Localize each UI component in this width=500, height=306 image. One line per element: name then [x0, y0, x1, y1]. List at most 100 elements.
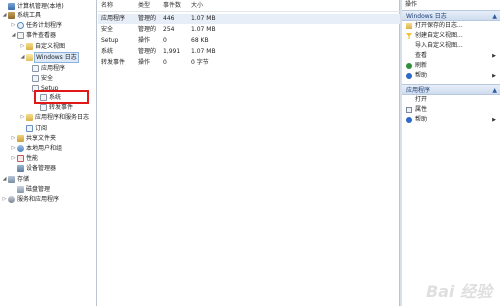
- actions-section-application[interactable]: 应用程序 ▲: [402, 84, 500, 95]
- cell-name: 应用程序: [101, 15, 126, 22]
- tree-item-storage[interactable]: ◢ 存储: [1, 175, 29, 184]
- folder-icon: [26, 114, 33, 121]
- table-row[interactable]: 应用程序 管理的 446 1.07 MB: [98, 14, 400, 24]
- cell-event-count: 0: [163, 59, 167, 66]
- action-label: 导入自定义视图...: [415, 42, 463, 49]
- collapse-icon[interactable]: ◢: [1, 175, 8, 184]
- column-header-size[interactable]: 大小: [188, 0, 228, 12]
- actions-section-windows-logs[interactable]: Windows 日志 ▲: [402, 10, 500, 21]
- cell-type: 管理的: [138, 15, 157, 22]
- cell-size: 68 KB: [191, 37, 209, 44]
- section-title: 应用程序: [406, 87, 431, 94]
- action-help-app[interactable]: 帮助 ▶: [402, 115, 500, 125]
- tree-item-performance[interactable]: ▷ 性能: [10, 154, 38, 163]
- action-label: 查看: [415, 52, 428, 59]
- collapse-icon[interactable]: [1, 2, 8, 11]
- column-headers: 名称 类型 事件数 大小: [98, 0, 400, 12]
- action-label: 创建自定义视图...: [415, 32, 463, 39]
- expand-icon[interactable]: ▷: [10, 144, 17, 153]
- submenu-arrow-icon: ▶: [492, 53, 496, 59]
- refresh-icon: [406, 63, 412, 69]
- tree-item-device-manager[interactable]: 设备管理器: [17, 164, 56, 173]
- table-row[interactable]: 安全 管理的 254 1.07 MB: [98, 25, 400, 35]
- cell-name: 安全: [101, 26, 114, 33]
- tree-item-security-log[interactable]: 安全: [32, 74, 53, 83]
- expand-icon[interactable]: ▷: [1, 195, 8, 204]
- column-header-type[interactable]: 类型: [135, 0, 160, 12]
- cell-size: 1.07 MB: [191, 48, 216, 55]
- action-properties[interactable]: 属性: [402, 105, 500, 115]
- action-label: 刷新: [415, 62, 428, 69]
- cell-event-count: 1,991: [163, 48, 181, 55]
- cell-name: 系统: [101, 48, 114, 55]
- tree-item-apps-services-logs[interactable]: ▷ 应用程序和服务日志: [19, 113, 89, 122]
- tree-item-local-users[interactable]: ▷ 本地用户和组: [10, 144, 62, 153]
- tree-item-task-scheduler[interactable]: ▷ 任务计划程序: [10, 21, 62, 30]
- expand-icon[interactable]: ▷: [10, 134, 17, 143]
- log-icon: [32, 75, 39, 82]
- table-row[interactable]: 系统 管理的 1,991 1.07 MB: [98, 47, 400, 57]
- column-header-event-count[interactable]: 事件数: [160, 0, 188, 12]
- tree-item-services-apps[interactable]: ▷ 服务和应用程序: [1, 195, 59, 204]
- performance-icon: [17, 155, 24, 162]
- tree-item-event-viewer[interactable]: ◢ 事件查看器: [10, 31, 56, 40]
- tree-item-subscriptions[interactable]: 订阅: [26, 124, 47, 133]
- actions-pane: 操作 Windows 日志 ▲ 打开保存的日志... 创建自定义视图... 导入…: [402, 0, 500, 306]
- cell-type: 操作: [138, 59, 151, 66]
- expand-icon[interactable]: ▷: [19, 42, 26, 51]
- tree-item-custom-views[interactable]: ▷ 自定义视图: [19, 42, 65, 51]
- tools-icon: [8, 12, 15, 19]
- computer-icon: [8, 3, 15, 10]
- tree-item-computer-management[interactable]: 计算机管理(本地): [1, 2, 64, 11]
- watermark: Bai 经验: [425, 282, 492, 301]
- folder-open-icon: [26, 54, 33, 61]
- folder-icon: [26, 43, 33, 50]
- action-import-custom-view[interactable]: 导入自定义视图...: [402, 41, 500, 51]
- cell-name: 转发事件: [101, 59, 126, 66]
- cell-type: 管理的: [138, 26, 157, 33]
- actions-title: 操作: [402, 0, 500, 10]
- storage-icon: [8, 176, 15, 183]
- column-header-name[interactable]: 名称: [98, 0, 135, 12]
- properties-icon: [406, 107, 412, 113]
- services-icon: [8, 196, 15, 203]
- action-label: 帮助: [415, 72, 428, 79]
- action-create-custom-view[interactable]: 创建自定义视图...: [402, 31, 500, 41]
- submenu-arrow-icon: ▶: [492, 117, 496, 123]
- table-row[interactable]: 转发事件 操作 0 0 字节: [98, 58, 400, 68]
- tree-item-disk-management[interactable]: 磁盘管理: [17, 185, 50, 194]
- tree-item-forwarded-events[interactable]: 转发事件: [40, 103, 73, 112]
- subscription-icon: [26, 125, 33, 132]
- cell-type: 操作: [138, 37, 151, 44]
- device-manager-icon: [17, 165, 24, 172]
- log-list-panel: 名称 类型 事件数 大小 应用程序 管理的 446 1.07 MB 安全 管理的…: [98, 0, 400, 306]
- tree-item-windows-logs[interactable]: ◢ Windows 日志: [19, 52, 79, 63]
- cell-event-count: 446: [163, 15, 175, 22]
- filter-icon: [406, 33, 412, 39]
- collapse-icon[interactable]: ◢: [19, 53, 26, 62]
- shared-folder-icon: [17, 135, 24, 142]
- action-help[interactable]: 帮助 ▶: [402, 71, 500, 81]
- expand-icon[interactable]: ▷: [19, 113, 26, 122]
- action-refresh[interactable]: 刷新: [402, 61, 500, 71]
- collapse-icon[interactable]: ◢: [10, 31, 17, 40]
- section-title: Windows 日志: [406, 13, 447, 20]
- expand-icon[interactable]: ▷: [10, 21, 17, 30]
- expand-icon[interactable]: ▷: [10, 154, 17, 163]
- action-label: 属性: [415, 106, 428, 113]
- action-open[interactable]: 打开: [402, 95, 500, 105]
- tree-item-system-tools[interactable]: ◢ 系统工具: [1, 11, 41, 20]
- action-open-saved-log[interactable]: 打开保存的日志...: [402, 21, 500, 31]
- action-view[interactable]: 查看 ▶: [402, 51, 500, 61]
- users-icon: [17, 145, 24, 152]
- action-label: 打开保存的日志...: [415, 22, 463, 29]
- tree-item-application-log[interactable]: 应用程序: [32, 64, 65, 73]
- tree-item-shared-folders[interactable]: ▷ 共享文件夹: [10, 134, 56, 143]
- help-icon: [406, 117, 412, 123]
- navigation-tree: 计算机管理(本地) ◢ 系统工具 ▷ 任务计划程序 ◢ 事件查看器 ▷ 自定义视…: [0, 0, 97, 306]
- collapse-icon[interactable]: ◢: [1, 11, 8, 20]
- cell-size: 1.07 MB: [191, 15, 216, 22]
- table-row[interactable]: Setup 操作 0 68 KB: [98, 36, 400, 46]
- cell-name: Setup: [101, 37, 119, 44]
- cell-event-count: 254: [163, 26, 175, 33]
